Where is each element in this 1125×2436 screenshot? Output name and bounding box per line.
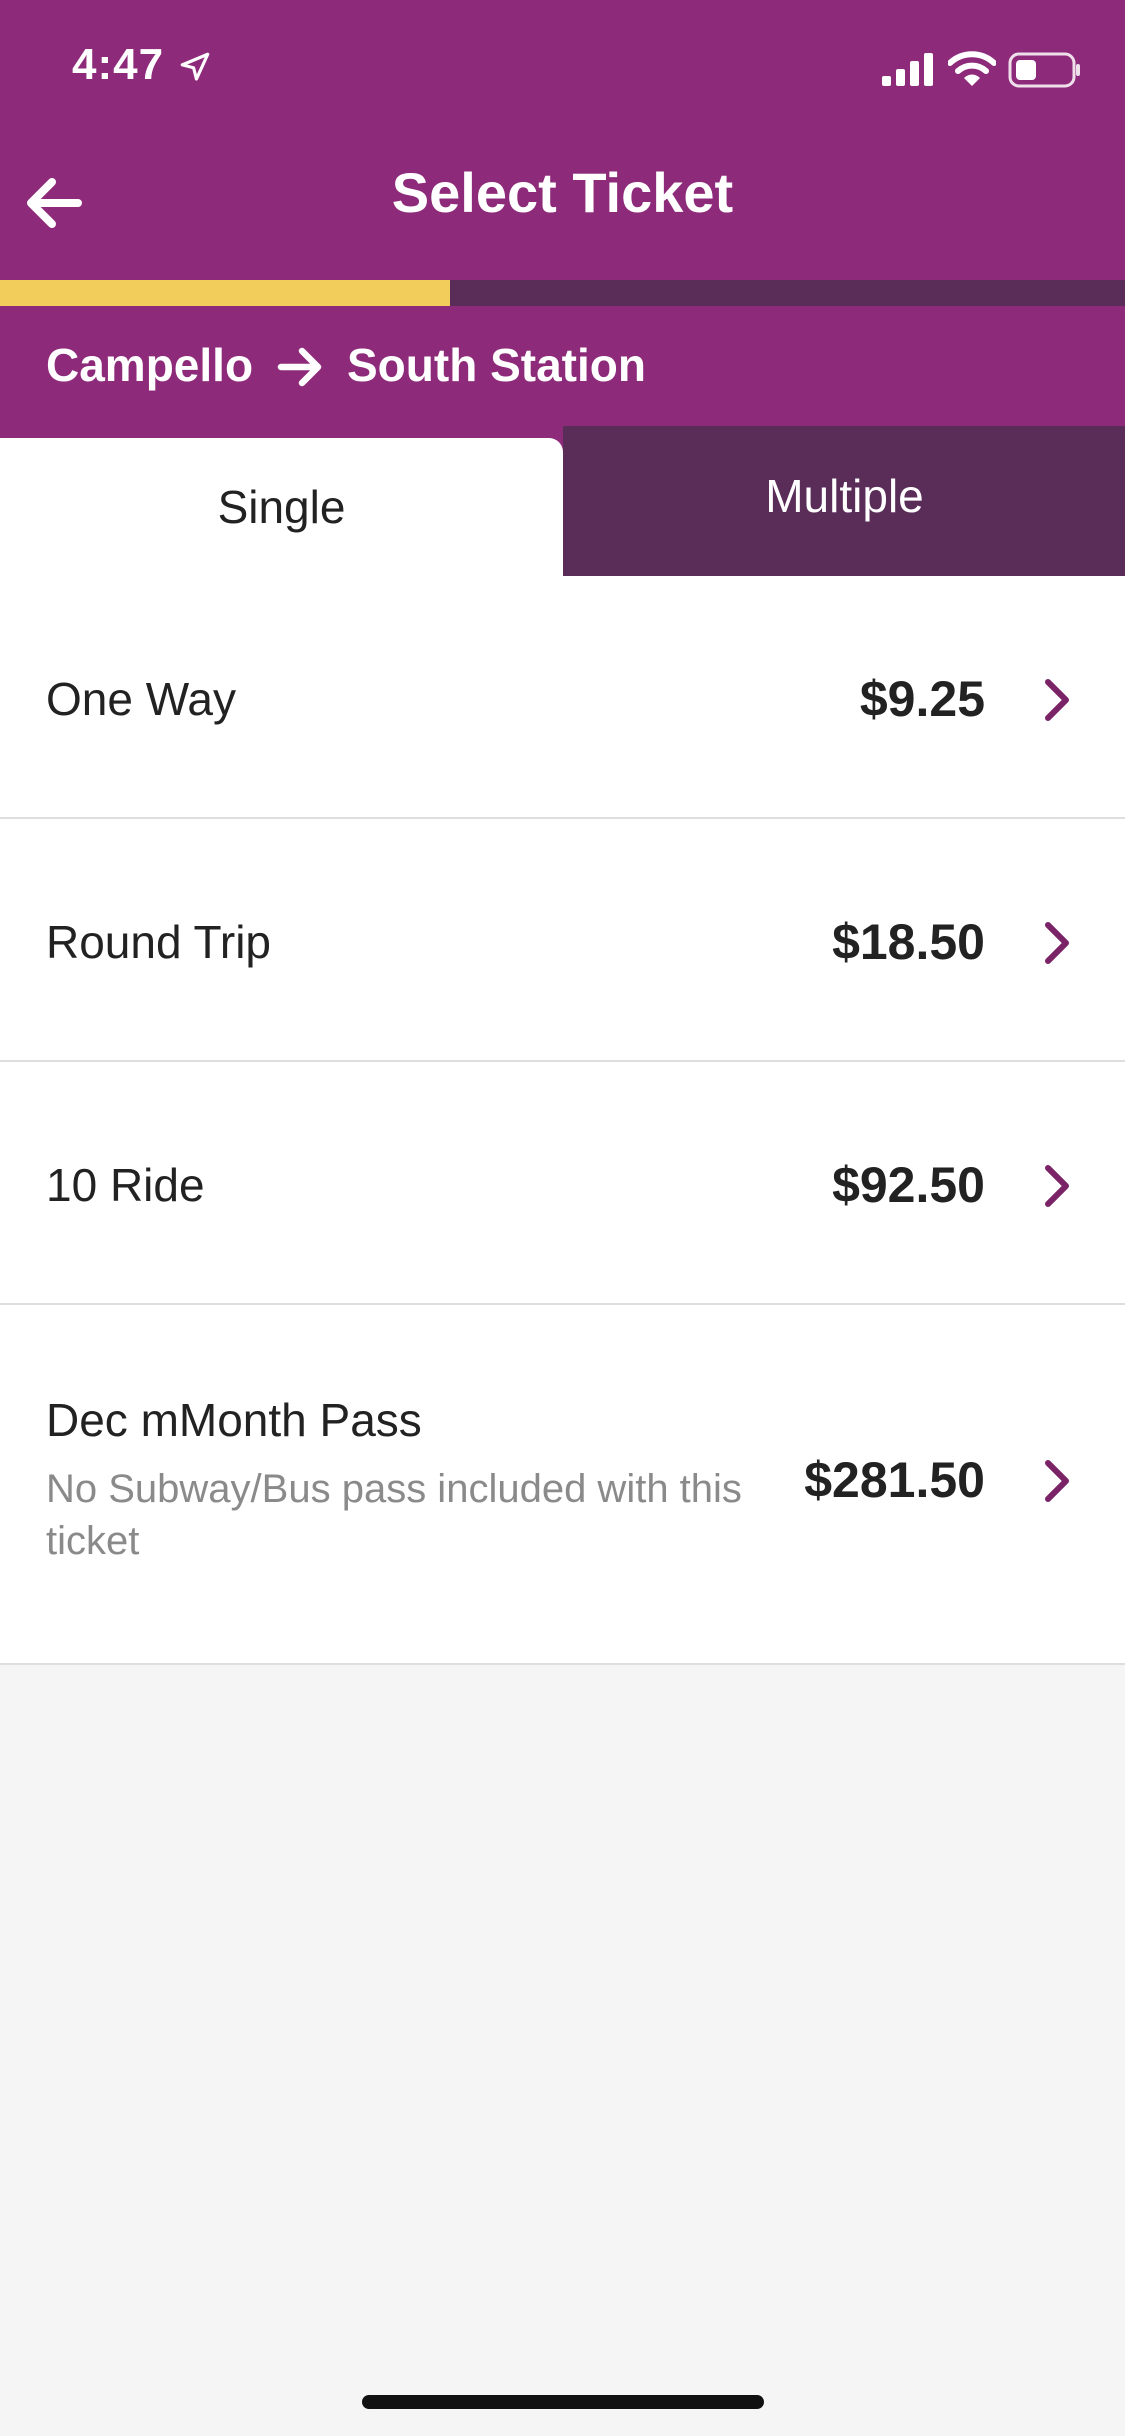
chevron-right-icon	[1045, 679, 1069, 721]
battery-icon	[1008, 52, 1080, 88]
ticket-row-month-pass[interactable]: Dec mMonth Pass No Subway/Bus pass inclu…	[0, 1305, 1125, 1665]
tab-multiple[interactable]: Multiple	[563, 426, 1125, 576]
ticket-name: Dec mMonth Pass	[46, 1394, 422, 1446]
tab-multiple-label: Multiple	[765, 470, 924, 522]
progress-bar	[0, 280, 1125, 306]
ticket-note: No Subway/Bus pass included with this ti…	[46, 1467, 742, 1563]
status-time: 4:47	[72, 40, 165, 89]
ticket-name: 10 Ride	[46, 1159, 205, 1211]
ticket-price: $18.50	[832, 914, 985, 970]
ticket-row-round-trip[interactable]: Round Trip $18.50	[0, 819, 1125, 1062]
location-arrow-icon	[180, 52, 210, 81]
route-origin: Campello	[46, 339, 254, 391]
ticket-row-one-way[interactable]: One Way $9.25	[0, 576, 1125, 819]
tab-single-label: Single	[217, 481, 346, 533]
header: Select Ticket	[0, 140, 1125, 280]
page-title: Select Ticket	[391, 161, 734, 224]
ticket-price: $281.50	[804, 1452, 985, 1508]
wifi-icon	[948, 51, 996, 86]
ticket-name: Round Trip	[46, 916, 272, 968]
chevron-right-icon	[1045, 1165, 1069, 1207]
progress-fill	[0, 280, 450, 306]
ticket-price: $9.25	[859, 671, 985, 727]
ticket-price: $92.50	[832, 1157, 985, 1213]
cellular-signal-icon	[882, 53, 933, 86]
route-bar: Campello South Station	[0, 306, 1125, 426]
chevron-right-icon	[1045, 1460, 1069, 1502]
tab-single[interactable]: Single	[0, 438, 563, 576]
status-bar: 4:47	[0, 0, 1125, 140]
ticket-type-tabs: Single Multiple	[0, 426, 1125, 576]
ticket-name: One Way	[46, 673, 237, 725]
route-destination: South Station	[347, 339, 646, 391]
ticket-list: One Way $9.25 Round Trip $18.50 10 Ride …	[0, 576, 1125, 1665]
ticket-row-10-ride[interactable]: 10 Ride $92.50	[0, 1062, 1125, 1305]
route-arrow-icon	[277, 347, 322, 387]
chevron-right-icon	[1045, 922, 1069, 964]
home-indicator[interactable]	[362, 2395, 764, 2409]
